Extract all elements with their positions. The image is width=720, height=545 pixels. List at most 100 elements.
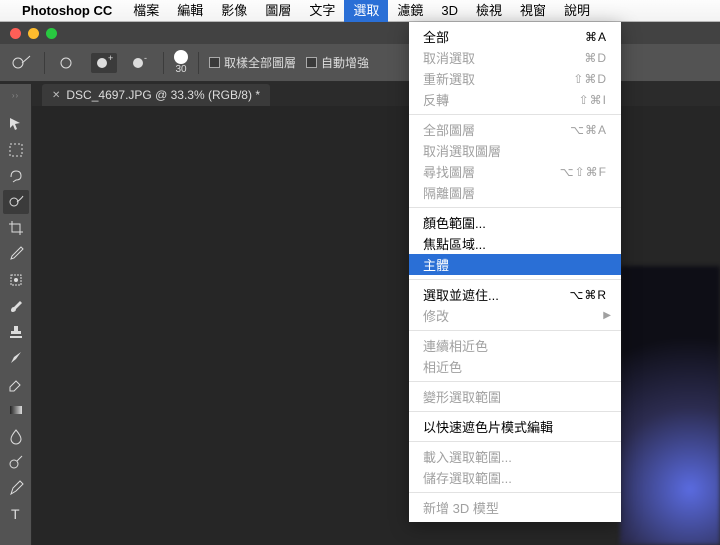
menu-separator xyxy=(409,279,621,280)
menu-影像[interactable]: 影像 xyxy=(212,0,256,22)
checkbox-icon xyxy=(209,57,220,68)
svg-text:-: - xyxy=(144,54,147,63)
tool-history[interactable] xyxy=(3,346,29,370)
add-selection-icon[interactable]: + xyxy=(91,53,117,73)
menu-item-相近色: 相近色 xyxy=(409,356,621,377)
zoom-window-icon[interactable] xyxy=(46,28,57,39)
menu-shortcut: ⇧⌘D xyxy=(573,72,607,86)
menu-檢視[interactable]: 檢視 xyxy=(467,0,511,22)
tool-eyedropper[interactable] xyxy=(3,242,29,266)
menu-item-全部[interactable]: 全部 ⌘A xyxy=(409,26,621,47)
sample-all-layers-checkbox[interactable]: 取樣全部圖層 xyxy=(209,54,296,71)
menu-編輯[interactable]: 編輯 xyxy=(168,0,212,22)
menu-separator xyxy=(409,492,621,493)
menu-item-label: 相近色 xyxy=(423,357,462,376)
app-name: Photoshop CC xyxy=(22,3,112,18)
menu-item-儲存選取範圍: 儲存選取範圍... xyxy=(409,467,621,488)
tool-crop[interactable] xyxy=(3,216,29,240)
select-menu-dropdown: 全部 ⌘A 取消選取 ⌘D 重新選取 ⇧⌘D 反轉 ⇧⌘I 全部圖層⌥⌘A取消選取圖層尋找圖層 ⌥… xyxy=(409,22,621,522)
menu-item-以快速遮色片模式編輯[interactable]: 以快速遮色片模式編輯 xyxy=(409,416,621,437)
menu-item-label: 變形選取範圍 xyxy=(423,387,501,406)
tool-quick-select[interactable] xyxy=(3,190,29,214)
divider xyxy=(198,52,199,74)
menu-item-label: 隔離圖層 xyxy=(423,183,475,202)
menu-separator xyxy=(409,330,621,331)
menu-選取[interactable]: 選取 xyxy=(344,0,388,22)
document-image xyxy=(620,266,720,545)
menu-item-取消選取圖層: 取消選取圖層 xyxy=(409,140,621,161)
tool-gradient[interactable] xyxy=(3,398,29,422)
menu-item-label: 主體 xyxy=(423,255,449,274)
menu-item-label: 修改 xyxy=(423,306,449,325)
menu-item-全部圖層: 全部圖層⌥⌘A xyxy=(409,119,621,140)
menu-separator xyxy=(409,441,621,442)
menu-3D[interactable]: 3D xyxy=(432,0,467,22)
menu-item-焦點區域[interactable]: 焦點區域... xyxy=(409,233,621,254)
menu-separator xyxy=(409,381,621,382)
menu-檔案[interactable]: 檔案 xyxy=(124,0,168,22)
menu-濾鏡[interactable]: 濾鏡 xyxy=(388,0,432,22)
menu-item-label: 反轉 xyxy=(423,90,449,109)
divider xyxy=(163,52,164,74)
menu-item-變形選取範圍: 變形選取範圍 xyxy=(409,386,621,407)
submenu-arrow-icon: ▶ xyxy=(603,310,611,321)
menu-item-選取並遮住[interactable]: 選取並遮住...⌥⌘R xyxy=(409,284,621,305)
menu-圖層[interactable]: 圖層 xyxy=(256,0,300,22)
close-window-icon[interactable] xyxy=(10,28,21,39)
menu-item-label: 全部 xyxy=(423,27,449,46)
menu-shortcut: ⌘A xyxy=(585,30,607,44)
menu-item-label: 重新選取 xyxy=(423,69,475,88)
menu-說明[interactable]: 說明 xyxy=(555,0,599,22)
menu-item-label: 儲存選取範圍... xyxy=(423,468,512,487)
menu-item-連續相近色: 連續相近色 xyxy=(409,335,621,356)
menu-item-主體[interactable]: 主體 xyxy=(409,254,621,275)
menu-item-label: 取消選取 xyxy=(423,48,475,67)
menu-item-顏色範圍[interactable]: 顏色範圍... xyxy=(409,212,621,233)
tool-dodge[interactable] xyxy=(3,450,29,474)
divider xyxy=(44,52,45,74)
checkbox-label: 自動增強 xyxy=(321,54,369,71)
tool-type[interactable]: T xyxy=(3,502,29,526)
menu-shortcut: ⌥⇧⌘F xyxy=(560,165,607,179)
svg-text:+: + xyxy=(108,54,113,63)
toolbox: T xyxy=(0,106,32,545)
tool-stamp[interactable] xyxy=(3,320,29,344)
menu-item-label: 取消選取圖層 xyxy=(423,141,501,160)
auto-enhance-checkbox[interactable]: 自動增強 xyxy=(306,54,369,71)
tool-move[interactable] xyxy=(3,112,29,136)
new-selection-icon[interactable] xyxy=(55,53,81,73)
menu-文字[interactable]: 文字 xyxy=(300,0,344,22)
menu-item-修改: 修改 ▶ xyxy=(409,305,621,326)
menu-item-尋找圖層: 尋找圖層 ⌥⇧⌘F xyxy=(409,161,621,182)
menu-視窗[interactable]: 視窗 xyxy=(511,0,555,22)
subtract-selection-icon[interactable]: - xyxy=(127,53,153,73)
checkbox-label: 取樣全部圖層 xyxy=(224,54,296,71)
mac-menubar: Photoshop CC 檔案編輯影像圖層文字選取濾鏡3D檢視視窗說明 xyxy=(0,0,720,22)
menu-item-新增3D模型: 新增 3D 模型 xyxy=(409,497,621,518)
tool-pen[interactable] xyxy=(3,476,29,500)
menu-shortcut: ⌘D xyxy=(584,51,607,65)
menu-item-label: 以快速遮色片模式編輯 xyxy=(423,417,553,436)
menu-item-label: 新增 3D 模型 xyxy=(423,498,499,517)
menu-item-label: 全部圖層 xyxy=(423,120,475,139)
close-tab-icon[interactable]: ✕ xyxy=(52,90,60,101)
tool-eraser[interactable] xyxy=(3,372,29,396)
tool-marquee[interactable] xyxy=(3,138,29,162)
current-tool-chip[interactable] xyxy=(8,53,34,73)
tool-blur[interactable] xyxy=(3,424,29,448)
menu-item-重新選取: 重新選取 ⇧⌘D xyxy=(409,68,621,89)
menu-item-載入選取範圍: 載入選取範圍... xyxy=(409,446,621,467)
menu-item-label: 載入選取範圍... xyxy=(423,447,512,466)
tool-heal[interactable] xyxy=(3,268,29,292)
tool-lasso[interactable] xyxy=(3,164,29,188)
menu-separator xyxy=(409,411,621,412)
menu-shortcut: ⇧⌘I xyxy=(579,93,607,107)
toolbox-handle[interactable]: ›› xyxy=(0,84,32,106)
minimize-window-icon[interactable] xyxy=(28,28,39,39)
tool-brush[interactable] xyxy=(3,294,29,318)
menu-item-取消選取: 取消選取 ⌘D xyxy=(409,47,621,68)
menu-item-label: 連續相近色 xyxy=(423,336,488,355)
menu-item-label: 尋找圖層 xyxy=(423,162,475,181)
document-tab[interactable]: ✕ DSC_4697.JPG @ 33.3% (RGB/8) * xyxy=(42,84,270,106)
brush-size-chip[interactable]: 30 xyxy=(174,50,188,75)
